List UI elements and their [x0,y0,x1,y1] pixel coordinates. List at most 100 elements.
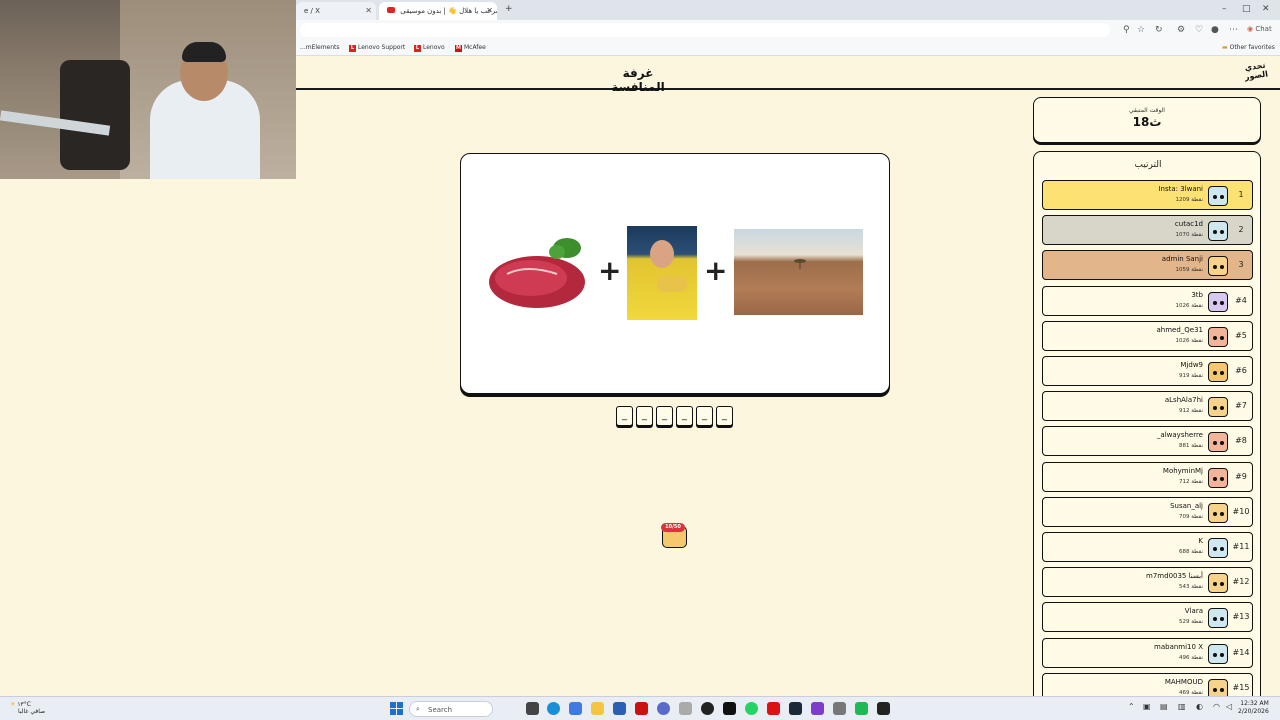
player-avatar-icon [1208,291,1228,312]
clock-time: 12:32 AM [1240,700,1269,707]
app-icon[interactable] [811,702,824,715]
close-icon[interactable]: ✕ [486,6,493,15]
player-name: K [1198,537,1203,545]
ranking-row: Insta: 3lwani 1209 نقطة 1 [1042,180,1253,210]
profile-icon[interactable]: ● [1211,25,1219,35]
ranking-row: MohyminMj 712 نقطة #9 [1042,461,1253,492]
mcafee-app-icon[interactable] [635,702,648,715]
plus-sign: + [598,254,622,287]
chevron-up-icon[interactable]: ⌃ [1128,702,1135,711]
timer-value: 18ث [1132,115,1162,129]
app-icon[interactable] [855,702,868,715]
translate-icon[interactable]: ⚲ [1123,25,1130,35]
letter-slot[interactable]: _ [616,406,633,426]
taskbar-search[interactable]: ⌕ Search [409,701,493,717]
settings-icon[interactable] [833,702,846,715]
netflix-icon[interactable] [767,702,780,715]
site-logo[interactable]: تحدي الصور [1240,60,1273,86]
ranking-panel: الترتيب Insta: 3lwani 1209 نقطة 1 cutac1d 10… [1033,151,1261,711]
close-icon[interactable]: ✕ [365,6,372,15]
puzzle-card: + + [460,153,890,394]
url-input[interactable] [300,23,1110,37]
steam-icon[interactable] [789,702,802,715]
player-avatar-icon [1208,467,1228,488]
favorite-star-icon[interactable]: ☆ [1137,25,1145,35]
bookmark-item[interactable]: L Lenovo Support [349,44,405,52]
taskbar-clock[interactable]: 12:32 AM 2/20/2026 [1238,700,1269,716]
windows-taskbar: ☀ ١٣°C صافي غالبا ⌕ Search ⌃ ▣ ▤ ▥ ◐ ◠ ◁… [0,696,1280,720]
browser-tab-active[interactable]: مرحب يا هلال 👋 | بدون موسيقى ✕ [379,2,497,20]
player-avatar-icon [1208,432,1228,453]
player-avatar-icon [1208,397,1228,418]
player-points: 1059 نقطة [1175,267,1203,274]
new-tab-button[interactable]: + [505,4,513,14]
player-points: 1026 نقطة [1175,302,1203,309]
player-rank: #11 [1232,542,1250,551]
ranking-row: mabanmi10 X 496 نقطة #14 [1042,637,1253,668]
close-window-button[interactable]: ✕ [1262,4,1270,14]
other-favorites[interactable]: ▬ Other favorites [1222,44,1275,51]
bookmark-item[interactable]: M McAfee [455,44,486,52]
tray-icon[interactable]: ▤ [1160,702,1168,711]
tray-icon[interactable]: ▣ [1143,702,1151,711]
letter-slot[interactable]: _ [676,406,693,426]
player-points: 1070 نقطة [1175,232,1203,239]
settings-app-icon[interactable] [679,702,692,715]
volume-icon[interactable]: ◁ [1226,702,1232,711]
player-name: MAHMOUD [1164,677,1203,686]
chat-label: Chat [1255,25,1272,33]
app-icon[interactable] [657,702,670,715]
keeper-head [650,240,674,268]
letter-slot[interactable]: _ [656,406,673,426]
player-rank: #9 [1235,471,1247,481]
player-points: 712 نقطة [1178,478,1203,485]
ranking-row: 3tb 1026 نقطة #4 [1042,285,1253,316]
whatsapp-icon[interactable] [745,702,758,715]
player-rank: #4 [1235,295,1247,305]
browser-tab[interactable]: e / X ✕ [296,2,376,20]
player-points: 496 نقطة [1178,654,1203,661]
ranking-row: _alwaysherre 881 نقطة #8 [1042,426,1253,457]
ranking-row: ahmed_Qe31 1026 نقطة #5 [1042,320,1253,351]
player-name: MohyminMj [1162,466,1203,475]
player-points: 912 نقطة [1178,408,1203,415]
keeper-gloves [657,276,687,292]
tray-icon[interactable]: ◐ [1196,702,1203,711]
minimize-button[interactable]: – [1222,4,1227,14]
windows-start-icon[interactable] [390,702,403,715]
app-icon[interactable] [723,702,736,715]
more-icon[interactable]: ⋯ [1229,25,1238,35]
store-icon[interactable] [613,702,626,715]
copilot-chat-button[interactable]: ◉ Chat [1247,25,1272,33]
player-name: Insta: 3lwani [1158,185,1203,193]
tray-icon[interactable]: ▥ [1178,702,1186,711]
chrome-icon[interactable] [569,702,582,715]
file-explorer-icon[interactable] [591,702,604,715]
letter-slot[interactable]: _ [716,406,733,426]
terminal-icon[interactable] [877,702,890,715]
ranking-row: cutac1d 1070 نقطة 2 [1042,215,1253,246]
task-view-icon[interactable] [526,702,539,715]
timer-box: الوقت المتبقي 18ث [1033,97,1261,143]
obs-icon[interactable] [701,702,714,715]
lenovo-icon: L [414,45,421,52]
favorites-icon[interactable]: ♡ [1195,25,1203,35]
bookmark-item[interactable]: ...mElements [300,44,340,51]
wifi-icon[interactable]: ◠ [1213,702,1220,711]
maximize-button[interactable]: □ [1242,4,1251,14]
extensions-icon[interactable]: ⚙ [1177,25,1185,35]
player-points: 688 نقطة [1178,549,1203,555]
tab-label: مرحب يا هلال 👋 | بدون موسيقى [400,7,497,15]
bookmark-item[interactable]: L Lenovo [414,44,445,52]
player-points: 881 نقطة [1178,443,1203,450]
meat-image [489,238,585,308]
player-rank: #6 [1235,366,1247,375]
edge-icon[interactable] [547,702,560,715]
letter-slot[interactable]: _ [696,406,713,426]
player-points: 543 نقطة [1178,584,1203,591]
weather-widget[interactable]: ☀ ١٣°C صافي غالبا [10,701,45,715]
player-avatar-icon [1208,502,1228,523]
letter-slot[interactable]: _ [636,406,653,426]
ranking-row: Susan_alj 709 نقطة #10 [1042,496,1253,527]
refresh-icon[interactable]: ↻ [1155,25,1163,35]
